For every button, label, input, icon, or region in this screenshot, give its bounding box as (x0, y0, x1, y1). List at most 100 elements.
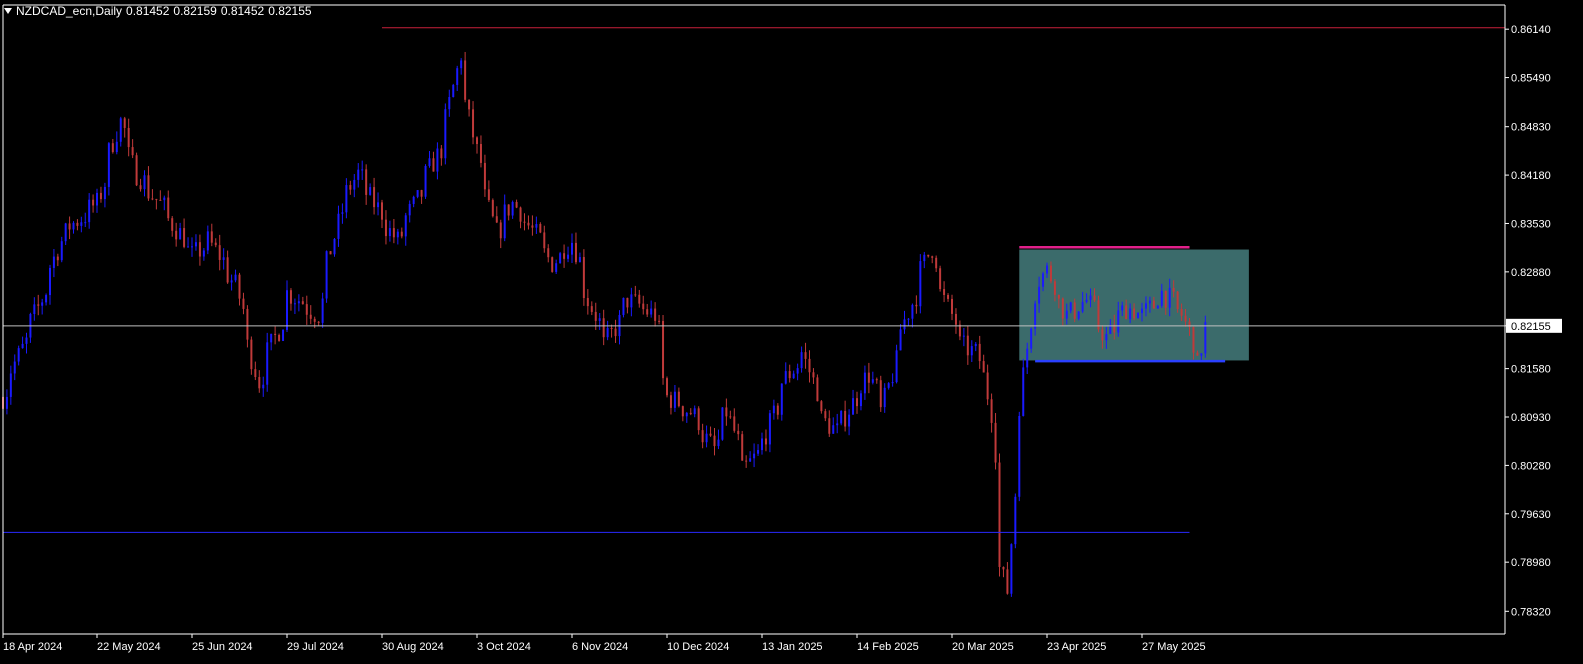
candle (1097, 295, 1100, 333)
current-price-label: 0.82155 (1511, 321, 1551, 333)
candle (840, 410, 843, 426)
candle (895, 344, 898, 384)
y-tick-label: 0.86140 (1511, 24, 1551, 36)
y-tick-label: 0.81580 (1511, 364, 1551, 376)
candle-body (729, 416, 732, 418)
y-tick-label: 0.85490 (1511, 73, 1551, 85)
x-tick-label: 14 Feb 2025 (857, 641, 919, 653)
candle-body (1160, 290, 1163, 306)
candle-body (96, 192, 98, 206)
candle-body (586, 298, 589, 307)
dropdown-triangle-icon[interactable] (4, 7, 12, 14)
x-tick-label: 6 Nov 2024 (572, 641, 628, 653)
candle-body (1089, 295, 1092, 300)
candle-body (1073, 302, 1076, 319)
candle-body (1002, 566, 1005, 570)
candle-body (598, 318, 601, 321)
candle-body (764, 438, 767, 445)
candle (666, 376, 668, 398)
candle-body (163, 197, 166, 201)
candle-body (701, 430, 704, 443)
candle-body (654, 308, 657, 321)
candle-body (824, 411, 827, 419)
candle-body (365, 169, 368, 195)
candle (424, 164, 427, 199)
candle-body (424, 165, 427, 197)
candle-body (745, 460, 748, 462)
candle-body (844, 410, 847, 427)
candle-body (143, 175, 146, 190)
candle (491, 198, 494, 218)
candle-body (539, 224, 542, 233)
candle-body (1148, 300, 1151, 304)
candle-body (278, 334, 281, 341)
candle-body (17, 348, 20, 362)
candle-body (867, 372, 870, 383)
candle-body (1085, 299, 1088, 303)
x-tick-label: 13 Jan 2025 (762, 641, 823, 653)
candle-body (479, 144, 482, 163)
y-tick-label: 0.78980 (1511, 557, 1551, 569)
candle-body (1053, 281, 1056, 295)
candle (879, 375, 882, 412)
candle-body (404, 215, 407, 237)
candle-body (396, 231, 399, 238)
candle-body (1121, 305, 1124, 311)
candle-body (159, 199, 162, 201)
symbol-label: NZDCAD_ecn,Daily (16, 4, 123, 18)
candle-body (919, 261, 922, 307)
candle (998, 453, 1001, 577)
y-tick-label: 0.79630 (1511, 509, 1551, 521)
candle-body (1137, 313, 1140, 319)
candle-body (808, 358, 811, 373)
candle-body (594, 311, 597, 321)
candle-body (1042, 273, 1045, 287)
candle-body (974, 343, 977, 347)
candle-body (464, 60, 467, 100)
candle-body (499, 222, 502, 239)
candle (582, 249, 585, 306)
candle-body (286, 290, 288, 330)
candle-body (911, 304, 914, 319)
candle-body (1097, 300, 1100, 330)
candle-body (693, 408, 696, 415)
candle-body (574, 242, 577, 263)
candle-body (151, 198, 154, 200)
candle-body (931, 256, 934, 258)
y-tick-label: 0.80280 (1511, 460, 1551, 472)
y-tick-label: 0.80930 (1511, 412, 1551, 424)
candle-body (954, 313, 957, 325)
candle-body (408, 203, 411, 216)
candle-body (962, 335, 965, 337)
candle-body (982, 361, 985, 373)
candle-body (555, 263, 558, 272)
ohlc-open: 0.81452 (126, 4, 170, 18)
candle-body (305, 304, 308, 315)
candle (135, 152, 138, 187)
candle-body (147, 175, 150, 199)
candle-body (1176, 291, 1179, 309)
candle-body (705, 433, 708, 443)
candle-body (242, 298, 245, 309)
candle-body (571, 242, 573, 255)
candle-body (373, 187, 376, 208)
candle-body (559, 253, 562, 264)
candle-body (725, 407, 728, 417)
candle-body (353, 179, 356, 190)
y-tick-label: 0.82880 (1511, 267, 1551, 279)
candle (282, 329, 285, 342)
candle-body (990, 399, 993, 423)
candle-body (848, 414, 851, 427)
candle-body (139, 185, 142, 190)
candle-body (230, 280, 233, 283)
candle-body (626, 297, 629, 308)
candle-body (1010, 544, 1013, 594)
candle-body (943, 289, 946, 296)
candlestick-chart[interactable]: 0.86140 0.85490 0.84830 0.84180 0.83530 0.828… (0, 0, 1583, 664)
candle-body (5, 396, 8, 409)
candle-body (472, 109, 475, 138)
x-tick-label: 3 Oct 2024 (477, 641, 531, 653)
candle-body (551, 257, 554, 272)
candle-body (72, 222, 75, 230)
candle-body (935, 257, 938, 269)
